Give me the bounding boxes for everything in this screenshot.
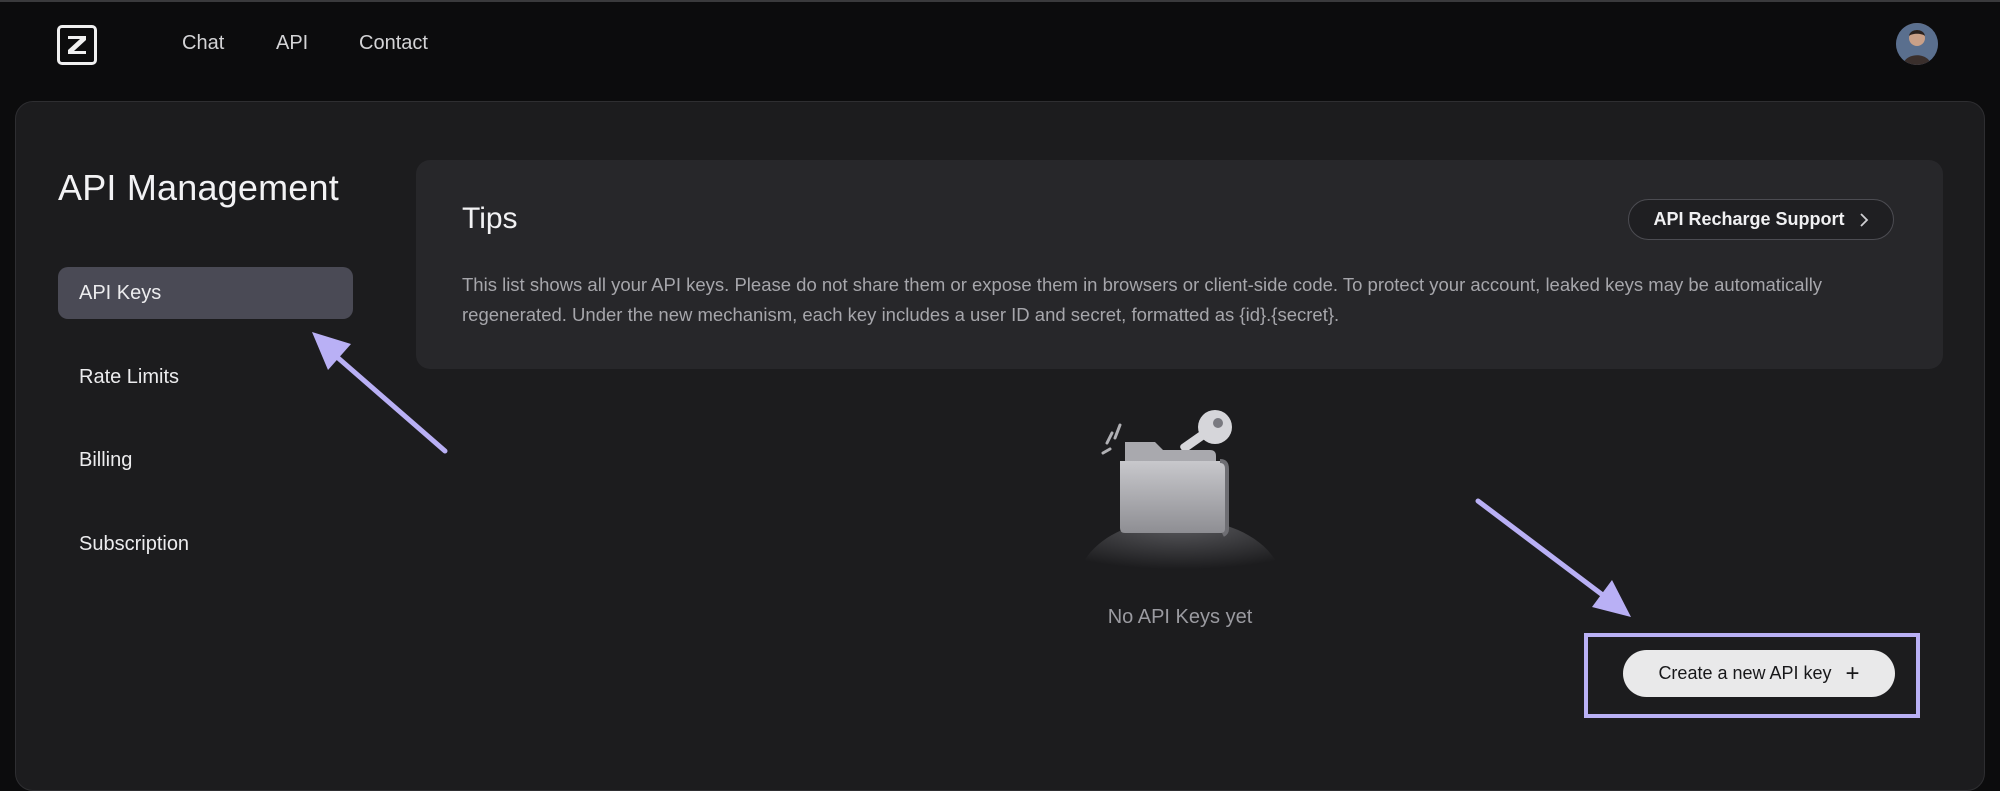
chevron-right-icon — [1859, 212, 1869, 227]
sidebar-item-label: Rate Limits — [79, 365, 180, 388]
sidebar-item-billing[interactable]: Billing — [58, 434, 353, 486]
page-title: API Management — [58, 167, 339, 208]
sidebar-item-subscription[interactable]: Subscription — [58, 518, 353, 570]
plus-icon: + — [1845, 659, 1860, 687]
nav-link-contact[interactable]: Contact — [359, 32, 428, 55]
z-logo-glyph — [68, 36, 86, 54]
sidebar-item-label: API Keys — [79, 281, 162, 304]
sidebar-item-api-keys[interactable]: API Keys — [58, 267, 353, 319]
tips-description: This list shows all your API keys. Pleas… — [462, 274, 1823, 325]
sidebar-item-label: Subscription — [79, 532, 190, 555]
nav-link-api[interactable]: API — [276, 32, 308, 55]
avatar-image — [1896, 23, 1938, 65]
top-nav: Chat API Contact — [0, 2, 2000, 98]
user-avatar[interactable] — [1896, 23, 1938, 65]
folder-key-icon — [1070, 405, 1290, 575]
create-button-label: Create a new API key — [1658, 663, 1832, 683]
recharge-button-label: API Recharge Support — [1653, 209, 1845, 229]
tips-card: Tips API Recharge Support This list show… — [416, 160, 1943, 369]
z-logo-icon[interactable] — [57, 25, 97, 65]
empty-state-text: No API Keys yet — [1107, 606, 1253, 628]
sidebar-item-label: Billing — [79, 448, 133, 471]
nav-link-chat[interactable]: Chat — [182, 32, 224, 55]
api-recharge-support-button[interactable]: API Recharge Support — [1628, 199, 1894, 240]
tips-title: Tips — [462, 202, 518, 235]
create-api-key-button[interactable]: Create a new API key + — [1623, 650, 1895, 697]
sidebar-item-rate-limits[interactable]: Rate Limits — [58, 351, 353, 403]
